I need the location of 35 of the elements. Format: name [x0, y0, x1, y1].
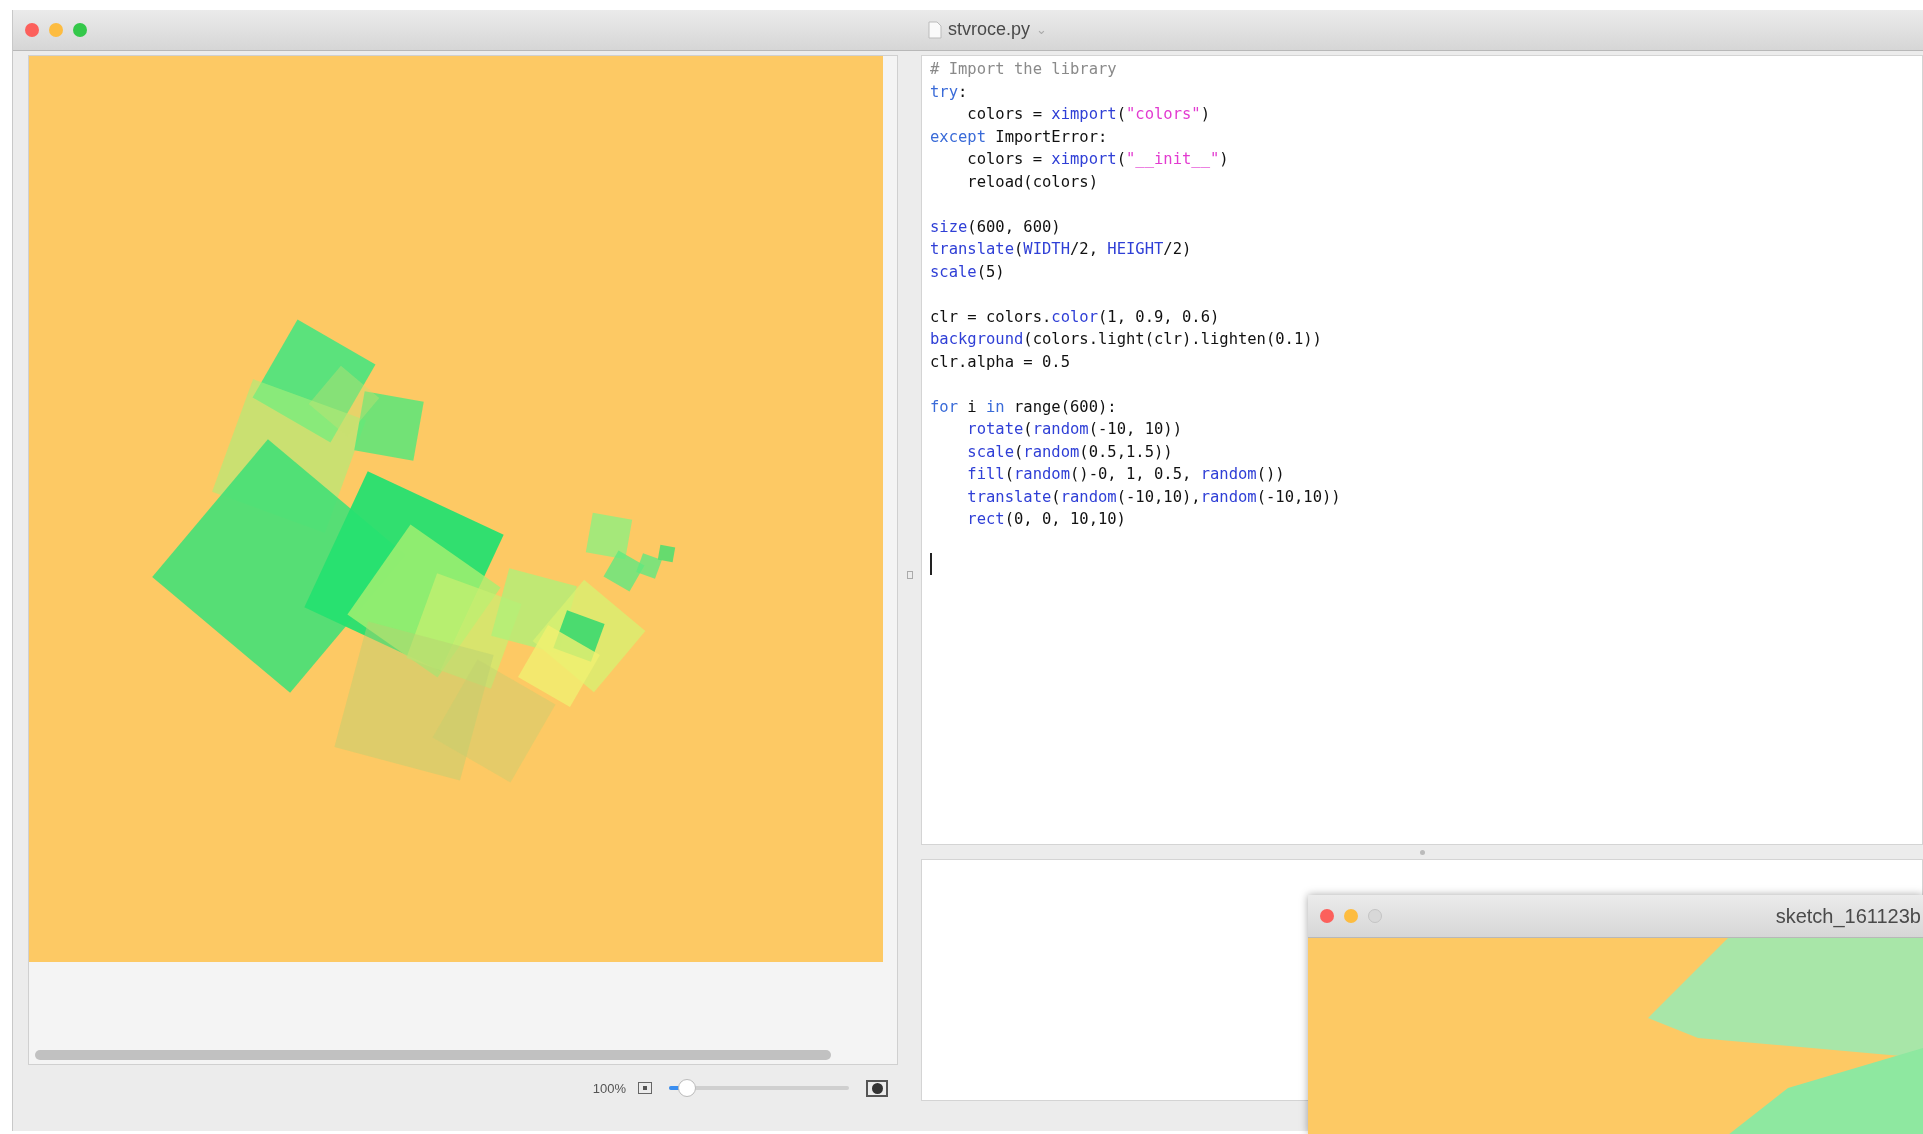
zoom-button[interactable]	[73, 23, 87, 37]
close-button[interactable]	[25, 23, 39, 37]
text-cursor	[930, 553, 932, 575]
close-button[interactable]	[1320, 909, 1334, 923]
code-line: fill(random()-0, 1, 0.5, random())	[967, 464, 1285, 485]
code-line: clr = colors.color(1, 0.9, 0.6)	[930, 306, 1220, 328]
code-line: clr.alpha = 0.5	[930, 351, 1070, 373]
code-line: size(600, 600)	[930, 216, 1061, 238]
minimize-button[interactable]	[1344, 909, 1358, 923]
zoom-out-icon[interactable]	[638, 1082, 652, 1094]
window-title: sketch_161123b	[1775, 905, 1921, 928]
code-line: rect(0, 0, 10,10)	[967, 509, 1126, 530]
code-line: try:	[930, 81, 968, 103]
horizontal-scrollbar[interactable]	[35, 1050, 831, 1060]
code-line: background(colors.light(clr).lighten(0.1))	[930, 329, 1322, 350]
code-line: rotate(random(-10, 10))	[967, 419, 1182, 440]
zoom-label: 100%	[592, 1080, 626, 1096]
code-line: colors = ximport("colors")	[967, 104, 1210, 125]
code-line: for i in range(600):	[930, 396, 1117, 418]
code-line: translate(random(-10,10),random(-10,10))	[967, 486, 1341, 508]
splitter-handle[interactable]	[1419, 849, 1425, 855]
zoom-in-icon[interactable]	[866, 1079, 888, 1097]
code-line: except ImportError:	[930, 126, 1108, 148]
window-title: stvroce.py	[948, 19, 1031, 40]
minimize-button[interactable]	[49, 23, 63, 37]
code-line: scale(random(0.5,1.5))	[967, 441, 1173, 463]
code-line: scale(5)	[930, 261, 1005, 283]
code-line: colors = ximport("__init__")	[967, 149, 1229, 170]
title-menu-chevron[interactable]: ⌄	[1036, 22, 1048, 37]
split-handle[interactable]	[907, 571, 913, 579]
document-icon	[928, 20, 942, 39]
code-line: translate(WIDTH/2, HEIGHT/2)	[930, 239, 1192, 260]
code-editor[interactable]	[921, 55, 1923, 845]
code-line: # Import the library	[930, 59, 1117, 80]
code-line: reload(colors)	[967, 171, 1098, 193]
